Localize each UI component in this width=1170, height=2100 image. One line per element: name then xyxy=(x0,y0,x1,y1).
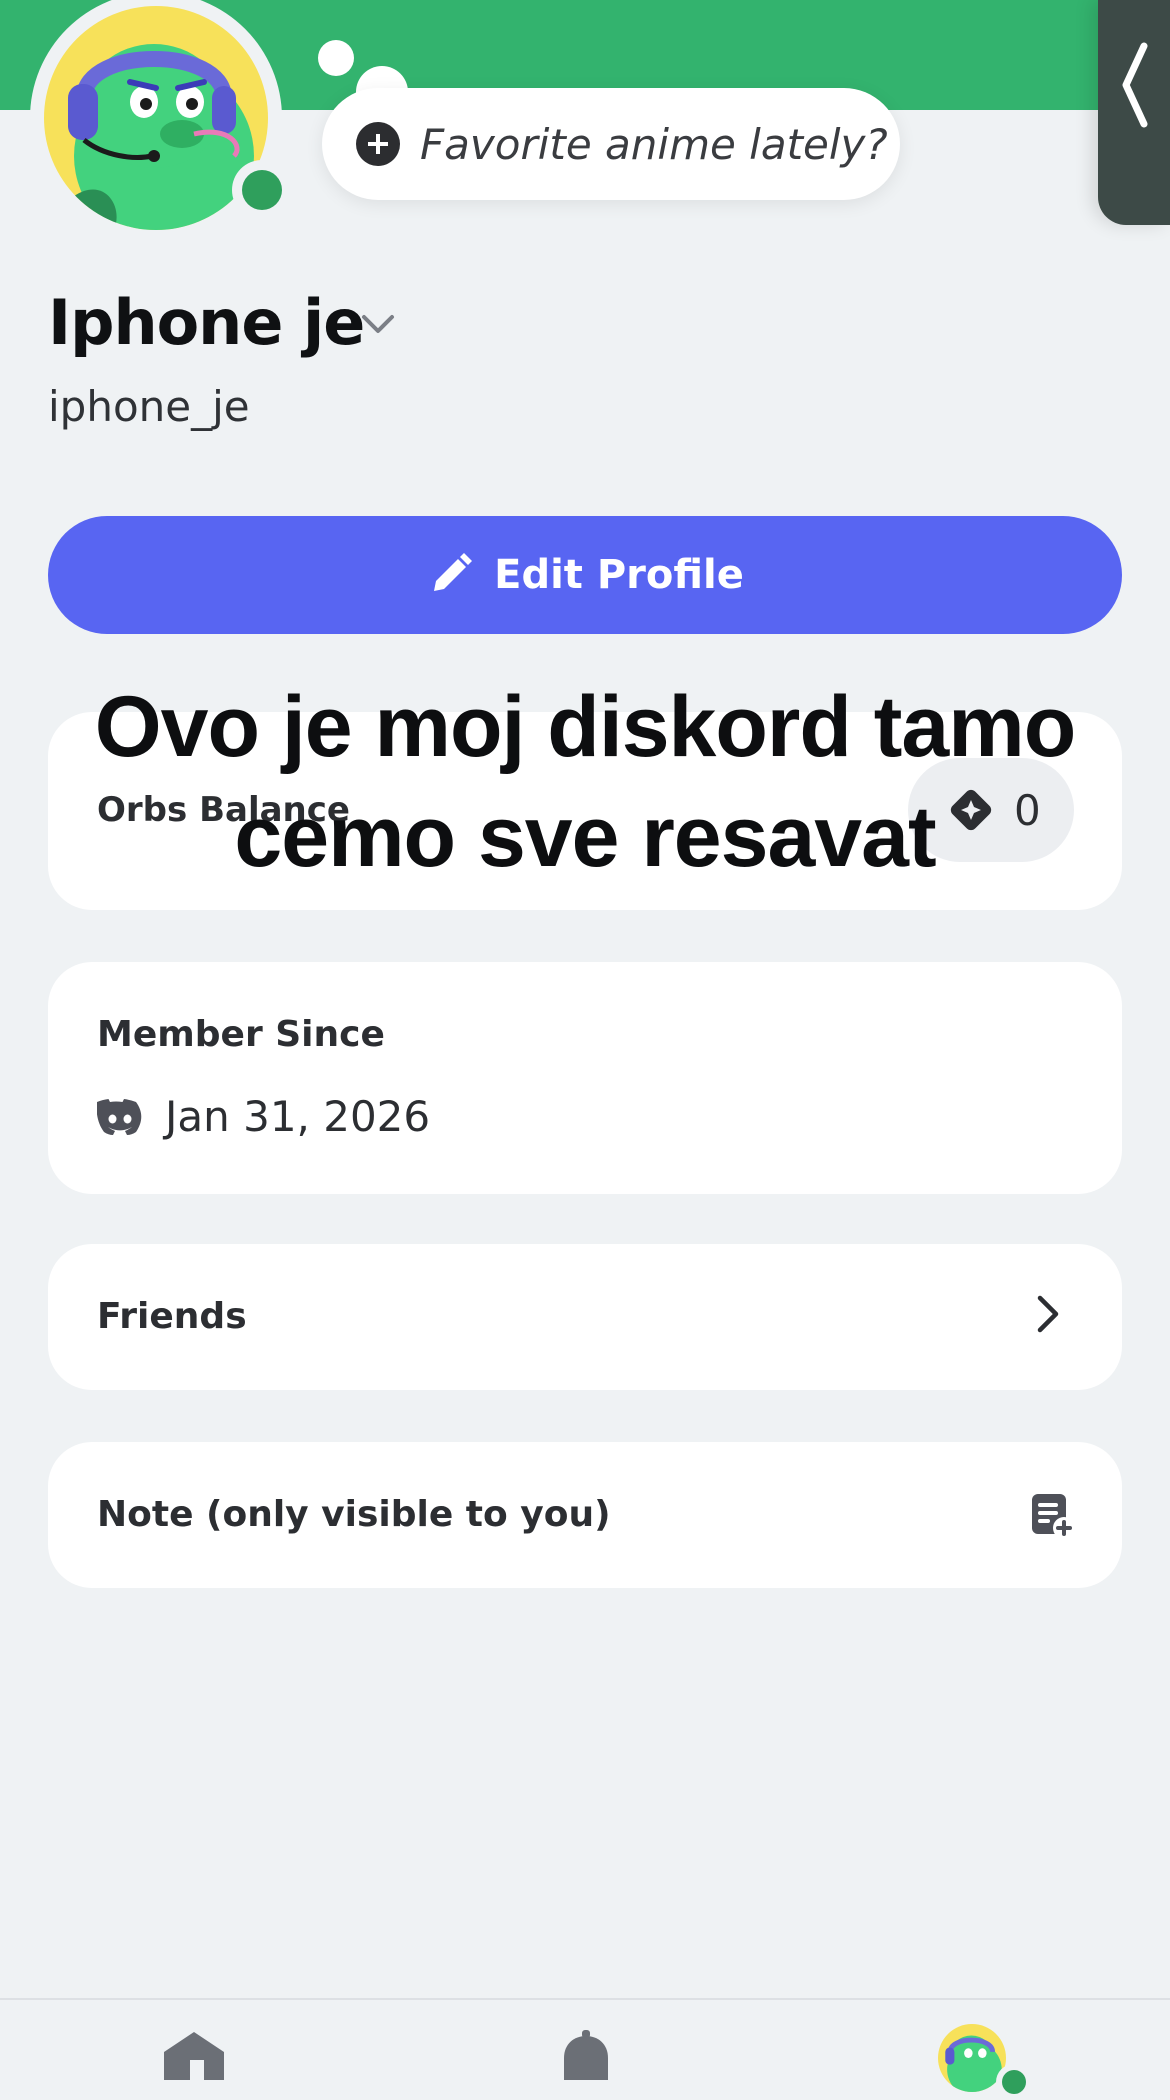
note-card[interactable]: Note (only visible to you) xyxy=(48,1442,1122,1588)
status-prompt: Favorite anime lately? xyxy=(420,119,888,169)
pencil-icon xyxy=(434,553,473,591)
username: iphone_je xyxy=(48,382,250,431)
bell-icon[interactable] xyxy=(556,2030,616,2080)
chevron-right-icon xyxy=(1037,1295,1059,1333)
edit-profile-button[interactable]: Edit Profile xyxy=(48,516,1122,634)
member-since-row: Jan 31, 2026 xyxy=(97,1092,430,1141)
add-status-icon xyxy=(356,122,400,166)
member-since-card: Member Since Jan 31, 2026 xyxy=(48,962,1122,1194)
edit-profile-label: Edit Profile xyxy=(494,552,744,598)
display-name: Iphone je xyxy=(48,286,365,359)
orbs-balance-label: Orbs Balance xyxy=(97,790,350,830)
chevron-left-icon xyxy=(1122,42,1148,128)
online-status-indicator xyxy=(232,160,292,220)
chevron-down-icon[interactable] xyxy=(360,312,396,336)
home-icon[interactable] xyxy=(160,2030,228,2080)
status-bubble-dot xyxy=(318,40,354,76)
member-since-date: Jan 31, 2026 xyxy=(165,1092,431,1141)
nav-online-status-indicator xyxy=(996,2064,1032,2100)
member-since-label: Member Since xyxy=(97,1014,385,1055)
orbs-balance-card[interactable]: Orbs Balance 0 xyxy=(48,712,1122,910)
friends-label: Friends xyxy=(97,1296,247,1337)
profile-avatar[interactable] xyxy=(30,0,306,244)
note-label: Note (only visible to you) xyxy=(97,1494,611,1535)
orbs-balance-value: 0 xyxy=(1014,785,1041,835)
custom-status-bubble[interactable]: Favorite anime lately? xyxy=(322,88,900,200)
add-note-icon[interactable] xyxy=(1028,1492,1076,1540)
orbs-balance-badge[interactable]: 0 xyxy=(908,758,1074,862)
drawer-toggle[interactable] xyxy=(1098,0,1170,225)
discord-logo-icon xyxy=(97,1098,142,1135)
bottom-nav-divider xyxy=(0,1998,1170,2000)
friends-card[interactable]: Friends xyxy=(48,1244,1122,1390)
orb-icon xyxy=(950,789,992,831)
